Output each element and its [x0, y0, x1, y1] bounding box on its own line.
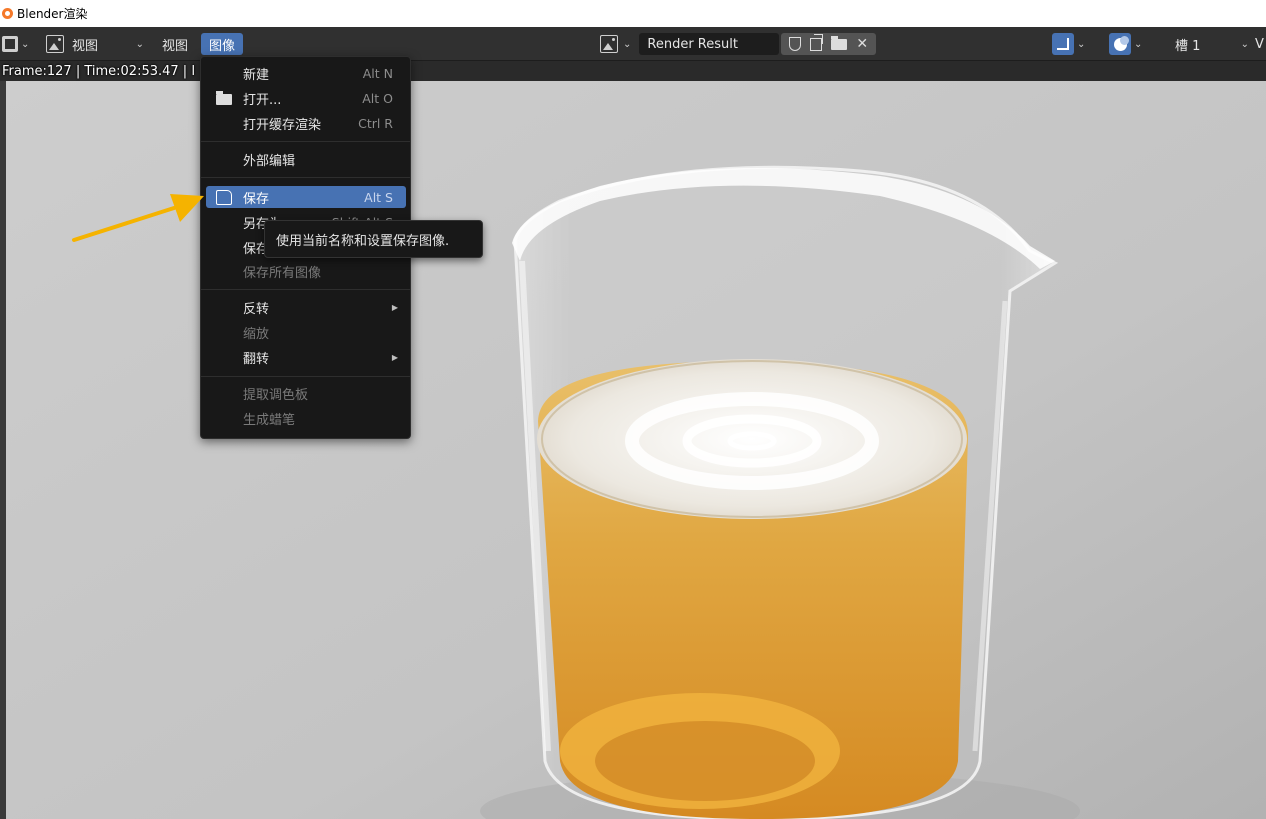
submenu-arrow-icon: ▶	[391, 352, 398, 362]
menu-item-label: 反转	[243, 301, 270, 317]
new-image-icon[interactable]	[810, 33, 824, 51]
image-datablock-selector: ⌄ Render Result ✕	[600, 33, 887, 55]
menu-item-resize: 缩放	[206, 321, 406, 343]
menu-item-label: 新建	[243, 67, 270, 83]
image-editor-icon	[2, 36, 18, 52]
menu-item-label: 缩放	[243, 326, 270, 342]
menu-separator	[201, 141, 410, 142]
menu-item-external-edit[interactable]: 外部编辑	[206, 148, 406, 170]
menu-item-shortcut: Alt S	[364, 189, 393, 205]
window-titlebar: Blender渲染	[0, 0, 1266, 27]
menu-item-label: 保存所有图像	[243, 265, 322, 281]
menu-item-label: 提取调色板	[243, 387, 309, 403]
menu-item-label: 打开...	[243, 92, 282, 108]
menu-item-open-cache-render[interactable]: 打开缓存渲染 Ctrl R	[206, 112, 406, 134]
image-browse-icon[interactable]	[600, 35, 618, 53]
annotation-arrow-icon	[72, 194, 204, 242]
view-mode-label: 视图	[72, 38, 99, 54]
render-info-text: Frame:127 | Time:02:53.47 | I	[2, 64, 196, 79]
image-name-field[interactable]: Render Result	[639, 33, 780, 55]
save-tooltip: 使用当前名称和设置保存图像.	[264, 220, 483, 258]
menu-item-generate-grease-pencil: 生成蜡笔	[206, 407, 406, 429]
submenu-arrow-icon: ▶	[391, 302, 398, 312]
menu-item-shortcut: Alt N	[362, 65, 393, 81]
menu-item-label: 打开缓存渲染	[243, 117, 322, 133]
chevron-down-icon: ⌄	[623, 38, 632, 50]
image-editor-header: ⌄ 视图 ⌄ 视图 图像 ⌄ Render Result ✕ ⌄ ⌄ 槽 1 ⌄…	[0, 27, 1266, 61]
menu-item-label: 外部编辑	[243, 153, 296, 169]
menu-item-invert[interactable]: 反转 ▶	[206, 296, 406, 318]
menu-item-new[interactable]: 新建 Alt N	[206, 62, 406, 84]
blender-logo-icon	[2, 8, 13, 19]
render-slot-label: 槽 1	[1175, 38, 1201, 54]
image-datablock-tools: ✕	[781, 33, 877, 55]
render-image-beaker	[6, 81, 1266, 819]
menu-separator	[201, 177, 410, 178]
overlay-toggle-button[interactable]: ⌄	[1109, 33, 1159, 55]
menu-view[interactable]: 视图	[156, 33, 194, 55]
gizmo-toggle-button[interactable]: ⌄	[1052, 33, 1102, 55]
chevron-down-icon: ⌄	[21, 38, 30, 50]
chevron-down-icon: ⌄	[1240, 38, 1249, 50]
menu-image[interactable]: 图像	[201, 33, 244, 55]
close-icon[interactable]: ✕	[856, 36, 868, 52]
view-layer-dropdown[interactable]: V	[1255, 33, 1266, 55]
gizmo-icon	[1057, 38, 1069, 50]
menu-item-shortcut: Alt O	[362, 90, 393, 106]
menu-item-shortcut: Ctrl R	[358, 115, 393, 131]
menu-separator	[201, 289, 410, 290]
menu-item-open[interactable]: 打开... Alt O	[206, 87, 406, 109]
menu-separator	[201, 376, 410, 377]
menu-item-label: 保存	[243, 191, 270, 207]
menu-item-extract-palette: 提取调色板	[206, 382, 406, 404]
render-slot-dropdown[interactable]: 槽 1 ⌄	[1167, 33, 1255, 55]
render-viewport[interactable]	[0, 61, 1266, 819]
open-folder-icon[interactable]	[831, 35, 848, 50]
menu-item-flip[interactable]: 翻转 ▶	[206, 346, 406, 368]
chevron-down-icon: ⌄	[1134, 38, 1143, 50]
menu-item-save-all: 保存所有图像	[206, 260, 406, 282]
menu-item-label: 生成蜡笔	[243, 412, 296, 428]
fake-user-shield-icon[interactable]	[789, 37, 802, 51]
overlay-icon	[1113, 35, 1129, 51]
menu-item-label: 翻转	[243, 351, 270, 367]
menu-item-save[interactable]: 保存 Alt S	[206, 186, 406, 208]
image-icon	[46, 35, 64, 53]
folder-icon	[216, 91, 232, 105]
editor-type-button[interactable]: ⌄	[2, 33, 34, 55]
view-mode-dropdown[interactable]: 视图 ⌄	[44, 33, 148, 55]
save-icon	[216, 190, 232, 205]
chevron-down-icon: ⌄	[1077, 38, 1086, 50]
chevron-down-icon: ⌄	[135, 38, 144, 50]
window-title: Blender渲染	[17, 7, 88, 21]
